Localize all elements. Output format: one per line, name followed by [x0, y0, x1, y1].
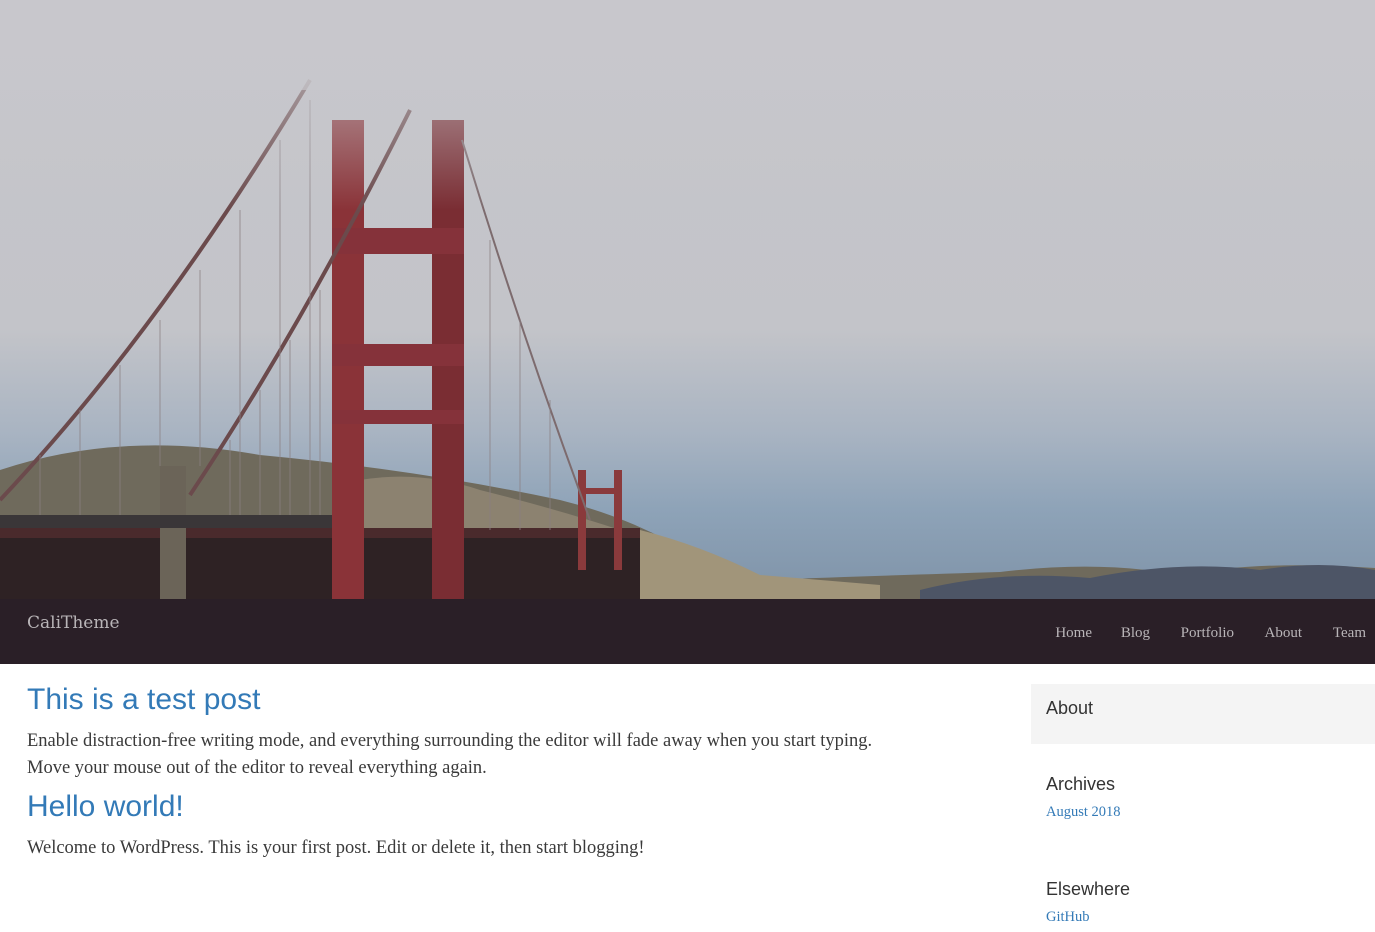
- nav-link-home[interactable]: Home: [1055, 625, 1092, 641]
- post-excerpt: Welcome to WordPress. This is your first…: [27, 838, 645, 858]
- nav-link-blog[interactable]: Blog: [1121, 625, 1150, 641]
- nav-link-portfolio[interactable]: Portfolio: [1181, 625, 1234, 641]
- nav-item-about: About: [1265, 622, 1303, 642]
- nav-item-team: Team: [1333, 622, 1366, 642]
- nav-item-blog: Blog: [1121, 622, 1150, 642]
- sidebar-about-box: About: [1031, 684, 1375, 744]
- nav-link-team[interactable]: Team: [1333, 625, 1366, 641]
- navbar: CaliTheme Home Blog Portfolio About Team: [0, 599, 1375, 664]
- sidebar-about-heading: About: [1046, 698, 1094, 718]
- sidebar-elsewhere-heading: Elsewhere: [1046, 879, 1131, 899]
- sidebar-archives-heading: Archives: [1046, 774, 1116, 794]
- nav-link-about[interactable]: About: [1265, 625, 1303, 641]
- nav-item-home: Home: [1055, 622, 1092, 642]
- post-title-link[interactable]: Hello world!: [27, 790, 184, 824]
- post-excerpt: Enable distraction-free writing mode, an…: [27, 731, 873, 778]
- github-link[interactable]: GitHub: [1046, 909, 1090, 926]
- archive-link[interactable]: August 2018: [1046, 804, 1121, 821]
- post-title-link[interactable]: This is a test post: [27, 683, 260, 717]
- hero-image: [0, 0, 1375, 599]
- site-brand-link[interactable]: CaliTheme: [27, 613, 120, 633]
- nav-item-portfolio: Portfolio: [1181, 622, 1234, 642]
